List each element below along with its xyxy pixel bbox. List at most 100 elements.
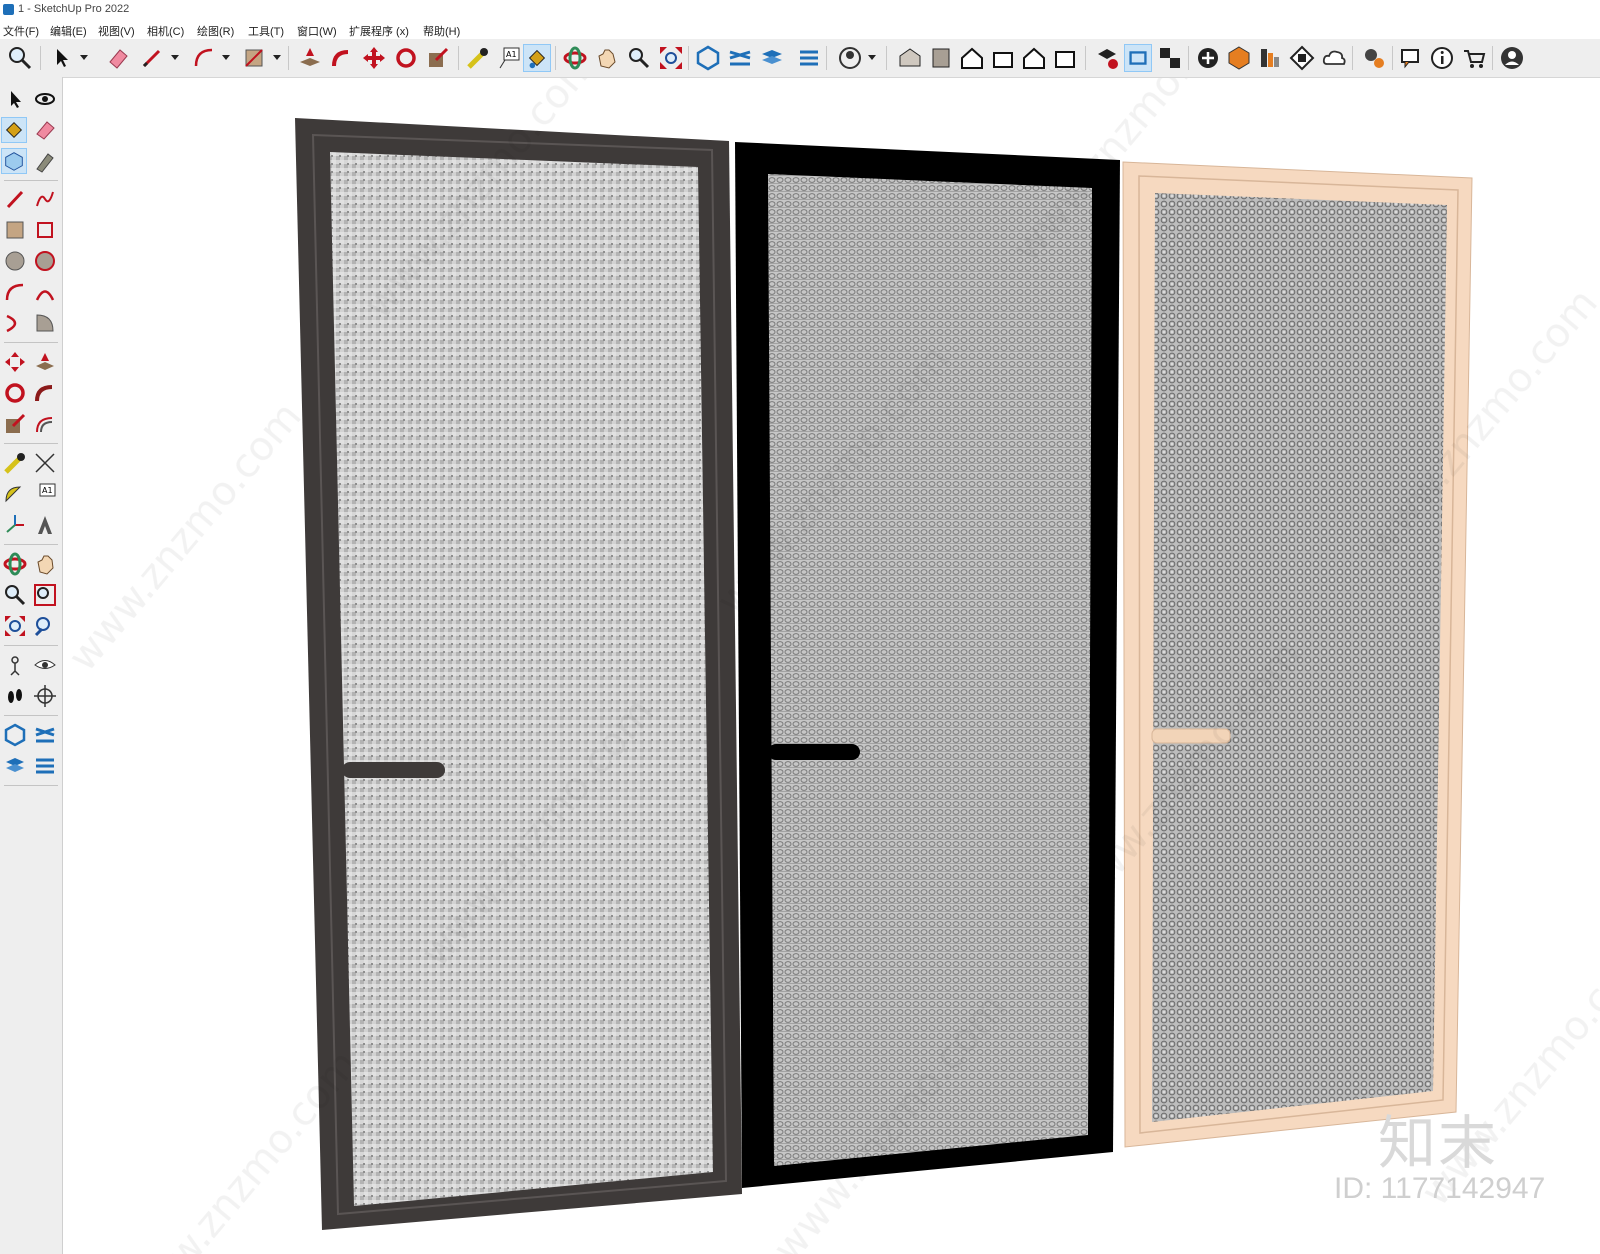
layers-icon[interactable] bbox=[2, 753, 28, 779]
push-pull-icon[interactable] bbox=[296, 44, 324, 72]
zoom-extents-icon[interactable] bbox=[657, 44, 685, 72]
left-view-icon[interactable] bbox=[1051, 44, 1079, 72]
zoom-extents-tool-icon[interactable] bbox=[2, 613, 28, 639]
menu-window[interactable]: 窗口(W) bbox=[297, 23, 337, 39]
iso-view-icon[interactable] bbox=[896, 44, 924, 72]
zoom-tool-icon[interactable] bbox=[2, 582, 28, 608]
orbit-icon[interactable] bbox=[32, 86, 58, 112]
styles-icon[interactable] bbox=[1093, 44, 1121, 72]
front-view-icon[interactable] bbox=[958, 44, 986, 72]
move-icon[interactable] bbox=[360, 44, 388, 72]
position-camera-icon[interactable] bbox=[2, 652, 28, 678]
menu-file[interactable]: 文件(F) bbox=[3, 23, 39, 39]
rotate-icon[interactable] bbox=[2, 380, 28, 406]
svg-text:A1: A1 bbox=[506, 50, 517, 59]
zoom-icon[interactable] bbox=[6, 44, 34, 72]
arc-icon[interactable] bbox=[190, 44, 218, 72]
main-toolbar: A1 bbox=[0, 39, 1600, 78]
move-icon[interactable] bbox=[2, 349, 28, 375]
section-plane-icon[interactable] bbox=[32, 683, 58, 709]
pencil-icon[interactable] bbox=[2, 186, 28, 212]
solid-tools-icon[interactable] bbox=[2, 722, 28, 748]
text-icon[interactable]: A1 bbox=[32, 481, 58, 507]
circle-icon[interactable] bbox=[2, 248, 28, 274]
menu-edit[interactable]: 编辑(E) bbox=[50, 23, 87, 39]
window-title: 1 - SketchUp Pro 2022 bbox=[18, 3, 130, 15]
right-view-icon[interactable] bbox=[989, 44, 1017, 72]
polygon-icon[interactable] bbox=[32, 248, 58, 274]
look-around-icon[interactable] bbox=[32, 652, 58, 678]
rotate-icon[interactable] bbox=[392, 44, 420, 72]
zoom-window-tool-icon[interactable] bbox=[32, 582, 58, 608]
title-bar: 1 - SketchUp Pro 2022 bbox=[0, 0, 1600, 20]
user-icon[interactable] bbox=[1498, 44, 1526, 72]
rectangle-icon[interactable] bbox=[240, 44, 268, 72]
3d-text-icon[interactable] bbox=[32, 512, 58, 538]
menu-tools[interactable]: 工具(T) bbox=[248, 23, 284, 39]
text-icon[interactable]: A1 bbox=[495, 44, 523, 72]
menu-draw[interactable]: 绘图(R) bbox=[197, 23, 234, 39]
two-point-arc-icon[interactable] bbox=[32, 279, 58, 305]
pan-icon[interactable] bbox=[593, 44, 621, 72]
menu-help[interactable]: 帮助(H) bbox=[423, 23, 460, 39]
orbit-tool-icon[interactable] bbox=[2, 551, 28, 577]
scale-icon[interactable] bbox=[424, 44, 452, 72]
eraser-icon[interactable] bbox=[32, 117, 58, 143]
watermark-logo: 知末 bbox=[1378, 1109, 1499, 1177]
chat-icon[interactable] bbox=[1396, 44, 1424, 72]
orbit-icon[interactable] bbox=[561, 44, 589, 72]
extension-manager-icon[interactable] bbox=[1360, 44, 1388, 72]
account-icon[interactable] bbox=[836, 44, 864, 72]
info-icon[interactable] bbox=[1428, 44, 1456, 72]
section-icon[interactable] bbox=[1156, 44, 1184, 72]
three-point-arc-icon[interactable] bbox=[2, 310, 28, 336]
back-view-icon[interactable] bbox=[1020, 44, 1048, 72]
cloud-icon[interactable] bbox=[1320, 44, 1348, 72]
rectangle-icon[interactable] bbox=[2, 217, 28, 243]
menu-view[interactable]: 视图(V) bbox=[98, 23, 135, 39]
components-icon[interactable] bbox=[32, 753, 58, 779]
sandbox-icon[interactable] bbox=[726, 44, 754, 72]
photo-texture-icon[interactable] bbox=[1256, 44, 1284, 72]
tape-measure-icon[interactable] bbox=[464, 44, 492, 72]
menu-camera[interactable]: 相机(C) bbox=[147, 23, 184, 39]
tag-icon[interactable] bbox=[32, 148, 58, 174]
pie-icon[interactable] bbox=[32, 310, 58, 336]
paint-bucket-icon[interactable] bbox=[523, 44, 551, 72]
push-pull-icon[interactable] bbox=[32, 349, 58, 375]
checker-icon[interactable] bbox=[1288, 44, 1316, 72]
paint-bucket-icon[interactable] bbox=[1, 117, 27, 143]
layers-icon[interactable] bbox=[758, 44, 786, 72]
select-icon[interactable] bbox=[48, 44, 76, 72]
left-toolbar: A1 bbox=[0, 77, 63, 1254]
sandbox-icon[interactable] bbox=[32, 722, 58, 748]
dimension-icon[interactable] bbox=[32, 450, 58, 476]
freehand-icon[interactable] bbox=[32, 186, 58, 212]
offset-icon[interactable] bbox=[32, 411, 58, 437]
top-view-icon[interactable] bbox=[927, 44, 955, 72]
eraser-icon[interactable] bbox=[104, 44, 132, 72]
tape-measure-icon[interactable] bbox=[2, 450, 28, 476]
shadows-icon[interactable] bbox=[1124, 44, 1152, 72]
pan-tool-icon[interactable] bbox=[32, 551, 58, 577]
protractor-icon[interactable] bbox=[2, 481, 28, 507]
menu-extensions[interactable]: 扩展程序 (x) bbox=[349, 23, 409, 39]
rotated-rectangle-icon[interactable] bbox=[32, 217, 58, 243]
model-viewport[interactable]: www.znzmo.com bbox=[63, 78, 1600, 1254]
previous-view-icon[interactable] bbox=[32, 613, 58, 639]
follow-me-icon[interactable] bbox=[32, 380, 58, 406]
arc-icon[interactable] bbox=[2, 279, 28, 305]
scale-icon[interactable] bbox=[2, 411, 28, 437]
zoom-window-icon[interactable] bbox=[625, 44, 653, 72]
axes-icon[interactable] bbox=[2, 512, 28, 538]
components-icon[interactable] bbox=[795, 44, 823, 72]
solid-tools-icon[interactable] bbox=[694, 44, 722, 72]
add-location-icon[interactable] bbox=[1194, 44, 1222, 72]
follow-me-icon[interactable] bbox=[328, 44, 356, 72]
pencil-icon[interactable] bbox=[138, 44, 166, 72]
cart-icon[interactable] bbox=[1460, 44, 1488, 72]
select-icon[interactable] bbox=[2, 86, 28, 112]
walk-icon[interactable] bbox=[2, 683, 28, 709]
terrain-icon[interactable] bbox=[1225, 44, 1253, 72]
component-icon[interactable] bbox=[1, 148, 27, 174]
